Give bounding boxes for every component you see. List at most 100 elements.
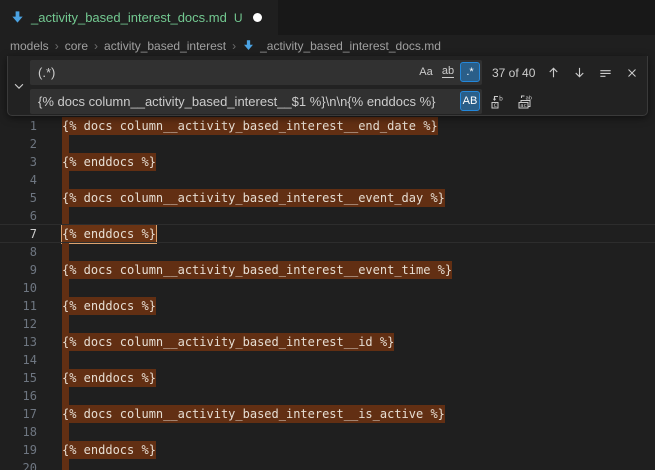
line-content[interactable] [62, 423, 69, 441]
svg-text:ac: ac [520, 103, 527, 109]
git-status-badge: U [234, 11, 243, 25]
editor-line[interactable]: 7{% enddocs %} [0, 225, 655, 243]
line-content[interactable]: {% docs column__activity_based_interest_… [62, 189, 445, 207]
find-replace-widget: Aa ab .* 37 of 40 [7, 56, 648, 116]
replace-icon: b c [490, 94, 506, 110]
tab-activity-docs[interactable]: _activity_based_interest_docs.md U [0, 0, 278, 35]
line-content[interactable]: {% enddocs %} [62, 225, 156, 243]
find-match-highlight: {% enddocs %} [62, 369, 156, 387]
line-number: 6 [0, 207, 37, 225]
editor-line[interactable]: 17{% docs column__activity_based_interes… [0, 405, 655, 423]
find-match-highlight [62, 423, 69, 441]
find-match-highlight [62, 207, 69, 225]
replace-input[interactable] [30, 89, 482, 114]
tab-filename: _activity_based_interest_docs.md [31, 10, 227, 25]
breadcrumb-file-label: _activity_based_interest_docs.md [260, 39, 441, 53]
find-match-highlight [62, 135, 69, 153]
editor-text-area[interactable]: 1 {% docs column__activity_based_interest… [0, 56, 655, 470]
markdown-file-icon [10, 10, 25, 25]
replace-button[interactable]: b c [487, 91, 508, 112]
toggle-replace-button[interactable] [8, 56, 30, 115]
line-content[interactable] [62, 351, 69, 369]
line-number: 14 [0, 351, 37, 369]
editor-line[interactable]: 1 {% docs column__activity_based_interest… [0, 117, 655, 135]
modified-dot-indicator[interactable] [253, 13, 262, 22]
line-content[interactable] [62, 243, 69, 261]
match-case-button[interactable]: Aa [416, 62, 436, 82]
editor-line[interactable]: 12 [0, 315, 655, 333]
line-content[interactable] [62, 315, 69, 333]
replace-all-button[interactable]: ab ac [514, 91, 535, 112]
line-number: 1 [0, 117, 37, 135]
editor-line[interactable]: 19{% enddocs %} [0, 441, 655, 459]
previous-match-button[interactable] [543, 62, 564, 83]
breadcrumb-item-core[interactable]: core [65, 39, 88, 53]
line-number: 13 [0, 333, 37, 351]
editor-line[interactable]: 3{% enddocs %} [0, 153, 655, 171]
line-content[interactable] [62, 207, 69, 225]
line-number: 8 [0, 243, 37, 261]
line-number: 20 [0, 459, 37, 470]
breadcrumb-separator: › [94, 39, 98, 53]
editor-line[interactable]: 13 {% docs column__activity_based_interes… [0, 333, 655, 351]
editor-line[interactable]: 8 [0, 243, 655, 261]
editor-line[interactable]: 15 {% enddocs %} [0, 369, 655, 387]
find-match-highlight: {% enddocs %} [62, 297, 156, 315]
line-number: 16 [0, 387, 37, 405]
editor-line[interactable]: 14 [0, 351, 655, 369]
editor-line[interactable]: 9{% docs column__activity_based_interest… [0, 261, 655, 279]
breadcrumb-item-models[interactable]: models [10, 39, 49, 53]
arrow-down-icon [572, 65, 587, 80]
replace-input-wrap: AB [30, 89, 482, 114]
line-content[interactable] [62, 279, 69, 297]
line-content[interactable]: {% enddocs %} [62, 297, 156, 315]
line-number: 5 [0, 189, 37, 207]
line-number: 15 [0, 369, 37, 387]
regex-button[interactable]: .* [460, 62, 480, 82]
current-find-match: {% enddocs %} [62, 225, 156, 243]
line-content[interactable] [62, 135, 69, 153]
vscode-window: _activity_based_interest_docs.md U model… [0, 0, 655, 470]
close-icon [625, 66, 639, 80]
find-match-highlight: {% docs column__activity_based_interest_… [62, 261, 452, 279]
markdown-file-icon [242, 39, 255, 52]
line-content[interactable]: {% docs column__activity_based_interest_… [62, 117, 438, 135]
line-content[interactable]: {% docs column__activity_based_interest_… [62, 261, 452, 279]
editor-line[interactable]: 16 [0, 387, 655, 405]
editor-line[interactable]: 11{% enddocs %} [0, 297, 655, 315]
line-content[interactable]: {% docs column__activity_based_interest_… [62, 405, 445, 423]
editor-line[interactable]: 4 [0, 171, 655, 189]
close-find-button[interactable] [621, 62, 642, 83]
editor-line[interactable]: 20 [0, 459, 655, 470]
line-content[interactable] [62, 459, 69, 470]
find-in-selection-button[interactable] [595, 62, 616, 83]
find-match-highlight [62, 171, 69, 189]
next-match-button[interactable] [569, 62, 590, 83]
editor-line[interactable]: 2 [0, 135, 655, 153]
breadcrumb-separator: › [232, 39, 236, 53]
find-match-highlight: {% docs column__activity_based_interest_… [62, 333, 394, 351]
editor-line[interactable]: 5 {% docs column__activity_based_interest… [0, 189, 655, 207]
arrow-up-icon [546, 65, 561, 80]
editor-line[interactable]: 18 [0, 423, 655, 441]
line-content[interactable] [62, 171, 69, 189]
find-match-highlight [62, 243, 69, 261]
whole-word-button[interactable]: ab [438, 62, 458, 82]
tab-bar: _activity_based_interest_docs.md U [0, 0, 655, 35]
find-row: Aa ab .* 37 of 40 [30, 60, 647, 85]
find-match-highlight [62, 279, 69, 297]
breadcrumb-item-file[interactable]: _activity_based_interest_docs.md [242, 39, 441, 53]
breadcrumb-item-activity-based-interest[interactable]: activity_based_interest [104, 39, 226, 53]
svg-text:b: b [499, 94, 503, 102]
find-match-highlight: {% enddocs %} [62, 441, 156, 459]
line-content[interactable]: {% docs column__activity_based_interest_… [62, 333, 394, 351]
find-match-highlight: {% docs column__activity_based_interest_… [62, 405, 445, 423]
find-input[interactable] [30, 60, 482, 85]
line-content[interactable]: {% enddocs %} [62, 441, 156, 459]
line-content[interactable]: {% enddocs %} [62, 153, 156, 171]
preserve-case-button[interactable]: AB [460, 91, 480, 111]
editor-line[interactable]: 6 [0, 207, 655, 225]
line-content[interactable] [62, 387, 69, 405]
editor-line[interactable]: 10 [0, 279, 655, 297]
line-content[interactable]: {% enddocs %} [62, 369, 156, 387]
